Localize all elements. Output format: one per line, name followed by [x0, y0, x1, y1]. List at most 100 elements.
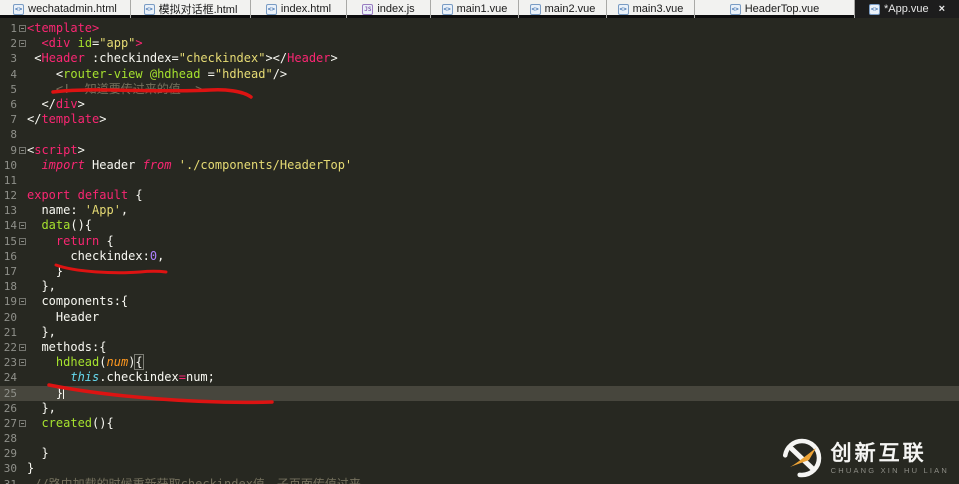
text-cursor — [63, 386, 64, 399]
js-file-icon: JS — [362, 4, 373, 15]
line-number: 10 — [0, 158, 18, 173]
brand-subtitle: CHUANG XIN HU LIAN — [831, 466, 949, 475]
fold-marker[interactable] — [18, 36, 27, 51]
code-line: 9 <script> — [0, 143, 959, 158]
line-number: 17 — [0, 264, 18, 279]
tab-headertop-vue[interactable]: <>HeaderTop.vue — [695, 0, 855, 18]
code-text — [27, 127, 959, 142]
code-line: 19 components:{ — [0, 294, 959, 309]
fold-column — [18, 173, 27, 188]
code-text: }, — [27, 325, 959, 340]
line-number: 24 — [0, 370, 18, 385]
line-number: 18 — [0, 279, 18, 294]
line-number: 31 — [0, 477, 18, 484]
fold-marker[interactable] — [18, 340, 27, 355]
tab-bar: <>wechatadmin.html<>模拟对话框.html<>index.ht… — [0, 0, 959, 18]
code-text: </template> — [27, 112, 959, 127]
tab-main2-vue[interactable]: <> main2.vue — [519, 0, 607, 18]
fold-column — [18, 325, 27, 340]
code-text: export default { — [27, 188, 959, 203]
fold-column — [18, 401, 27, 416]
code-text: }, — [27, 279, 959, 294]
code-text: } — [27, 386, 959, 401]
code-line: 6 </div> — [0, 97, 959, 112]
tab--app-vue[interactable]: <>*App.vue× — [855, 0, 959, 18]
brand-logo: 创新互联 CHUANG XIN HU LIAN — [781, 437, 949, 479]
fold-column — [18, 431, 27, 446]
line-number: 29 — [0, 446, 18, 461]
code-text: }, — [27, 401, 959, 416]
fold-column — [18, 203, 27, 218]
code-line: 14 data(){ — [0, 218, 959, 233]
code-text: Header — [27, 310, 959, 325]
line-number: 3 — [0, 51, 18, 66]
line-number: 19 — [0, 294, 18, 309]
line-number: 4 — [0, 67, 18, 82]
line-number: 28 — [0, 431, 18, 446]
fold-column — [18, 127, 27, 142]
fold-column — [18, 264, 27, 279]
line-number: 8 — [0, 127, 18, 142]
code-line: 25 } — [0, 386, 959, 401]
code-text: hdhead(num){ — [27, 355, 959, 370]
code-text: <template> — [27, 21, 959, 36]
fold-marker[interactable] — [18, 218, 27, 233]
html-file-icon: <> — [13, 4, 24, 15]
code-line: 16 checkindex:0, — [0, 249, 959, 264]
tab-label: main2.vue — [545, 3, 596, 15]
tab--html[interactable]: <>模拟对话框.html — [131, 0, 251, 18]
code-line: 22 methods:{ — [0, 340, 959, 355]
code-text: return { — [27, 234, 959, 249]
close-tab-icon[interactable]: × — [939, 3, 945, 15]
fold-column — [18, 82, 27, 97]
fold-marker[interactable] — [18, 416, 27, 431]
fold-marker[interactable] — [18, 234, 27, 249]
line-number: 7 — [0, 112, 18, 127]
tab-label: main3.vue — [633, 3, 684, 15]
code-line: 27 created(){ — [0, 416, 959, 431]
fold-column — [18, 279, 27, 294]
line-number: 16 — [0, 249, 18, 264]
tab-label: index.js — [377, 3, 414, 15]
code-text — [27, 173, 959, 188]
fold-column — [18, 477, 27, 484]
vue-file-icon: <> — [618, 4, 629, 15]
code-text: components:{ — [27, 294, 959, 309]
code-editor[interactable]: 1<template>2 <div id="app">3 <Header :ch… — [0, 21, 959, 484]
code-text: this.checkindex=num; — [27, 370, 959, 385]
code-line: 2 <div id="app"> — [0, 36, 959, 51]
fold-marker[interactable] — [18, 294, 27, 309]
line-number: 12 — [0, 188, 18, 203]
fold-marker[interactable] — [18, 21, 27, 36]
tab-wechatadmin-html[interactable]: <> wechatadmin.html — [0, 0, 131, 18]
tab-index-js[interactable]: JS index.js — [347, 0, 431, 18]
tab-main1-vue[interactable]: <>main1.vue — [431, 0, 519, 18]
code-line: 20 Header — [0, 310, 959, 325]
code-text: <script> — [27, 143, 959, 158]
tab-index-html[interactable]: <>index.html — [251, 0, 347, 18]
tab-label: main1.vue — [457, 3, 508, 15]
tab-main3-vue[interactable]: <> main3.vue — [607, 0, 695, 18]
code-line: 11 — [0, 173, 959, 188]
fold-column — [18, 461, 27, 476]
fold-column — [18, 51, 27, 66]
line-number: 5 — [0, 82, 18, 97]
fold-column — [18, 249, 27, 264]
line-number: 26 — [0, 401, 18, 416]
fold-marker[interactable] — [18, 143, 27, 158]
fold-column — [18, 112, 27, 127]
brand-emblem-icon — [781, 437, 823, 479]
line-number: 27 — [0, 416, 18, 431]
line-number: 13 — [0, 203, 18, 218]
line-number: 11 — [0, 173, 18, 188]
code-text: data(){ — [27, 218, 959, 233]
line-number: 25 — [0, 386, 18, 401]
vue-file-icon: <> — [530, 4, 541, 15]
fold-column — [18, 370, 27, 385]
tab-label: wechatadmin.html — [28, 3, 117, 15]
vue-file-icon: <> — [730, 4, 741, 15]
fold-marker[interactable] — [18, 355, 27, 370]
tab-label: 模拟对话框.html — [159, 1, 238, 17]
code-line: 3 <Header :checkindex="checkindex"></Hea… — [0, 51, 959, 66]
line-number: 9 — [0, 143, 18, 158]
